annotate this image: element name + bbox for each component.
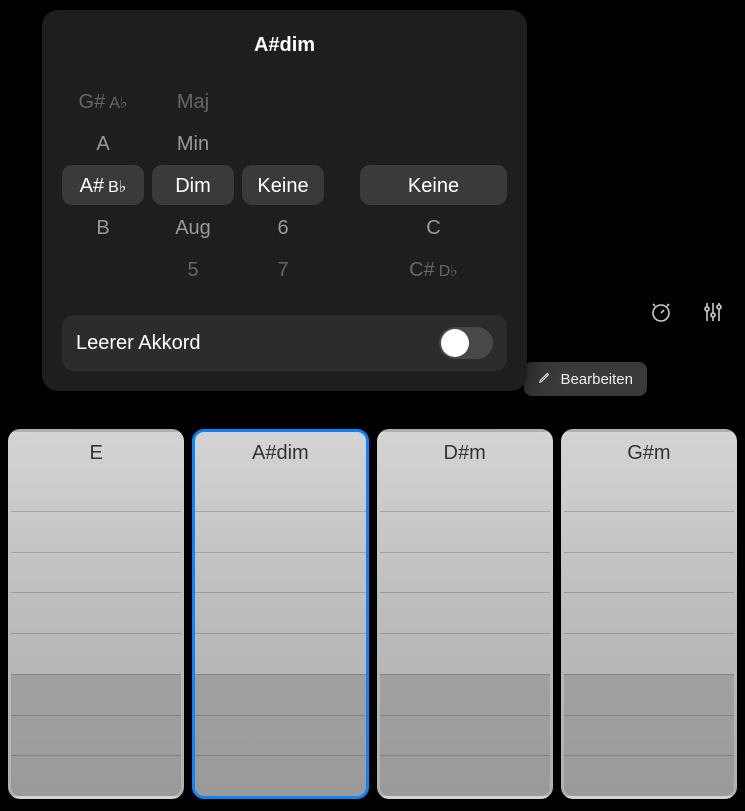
chord-row[interactable]	[380, 592, 550, 633]
chord-row[interactable]	[195, 633, 365, 674]
chord-card[interactable]: E	[8, 429, 184, 799]
picker-item[interactable]: Keine	[257, 165, 308, 207]
edit-button-label: Bearbeiten	[560, 371, 633, 388]
picker-item[interactable]: A#B♭	[80, 165, 127, 207]
chord-label: G#m	[564, 432, 734, 471]
picker-item[interactable]: B	[96, 207, 109, 249]
chord-card[interactable]: A#dim	[192, 429, 368, 799]
chord-label: E	[11, 432, 181, 471]
chord-row[interactable]	[564, 715, 734, 756]
chord-row[interactable]	[11, 471, 181, 511]
picker-item[interactable]: Maj	[177, 81, 209, 123]
picker-item[interactable]: C	[426, 207, 440, 249]
chord-row[interactable]	[11, 633, 181, 674]
chord-row[interactable]	[380, 471, 550, 511]
picker-item[interactable]: A	[96, 123, 109, 165]
chord-row[interactable]	[380, 715, 550, 756]
chord-row[interactable]	[564, 592, 734, 633]
chord-row[interactable]	[195, 511, 365, 552]
empty-chord-toggle[interactable]	[439, 327, 493, 359]
chord-row[interactable]	[11, 715, 181, 756]
picker-item[interactable]: Dim	[175, 165, 211, 207]
picker-item[interactable]: 5	[187, 249, 198, 291]
chord-row[interactable]	[11, 674, 181, 715]
chord-label: A#dim	[195, 432, 365, 471]
chord-row[interactable]	[380, 552, 550, 593]
chord-row[interactable]	[195, 755, 365, 796]
picker-item[interactable]: Aug	[175, 207, 211, 249]
chord-row[interactable]	[564, 511, 734, 552]
tempo-icon[interactable]	[649, 300, 673, 329]
picker-item[interactable]: 6	[277, 207, 288, 249]
chord-row[interactable]	[11, 755, 181, 796]
picker-row: G#A♭AA#B♭B MajMinDimAug5 Keine67 KeineCC…	[62, 81, 507, 291]
chord-row[interactable]	[11, 592, 181, 633]
settings-icon[interactable]	[701, 300, 725, 329]
chord-row[interactable]	[11, 552, 181, 593]
bass-picker[interactable]: KeineCC#D♭	[360, 81, 507, 291]
root-picker[interactable]: G#A♭AA#B♭B	[62, 81, 144, 291]
edit-button[interactable]: Bearbeiten	[524, 362, 647, 396]
chord-row[interactable]	[564, 674, 734, 715]
chord-card[interactable]: G#m	[561, 429, 737, 799]
chord-row[interactable]	[11, 511, 181, 552]
chord-row[interactable]	[195, 674, 365, 715]
chord-row[interactable]	[564, 633, 734, 674]
chord-row[interactable]	[564, 552, 734, 593]
picker-item[interactable]: Keine	[408, 165, 459, 207]
chord-label: D#m	[380, 432, 550, 471]
popover-title: A#dim	[62, 34, 507, 57]
chord-row[interactable]	[195, 552, 365, 593]
chord-row[interactable]	[564, 755, 734, 796]
chord-row[interactable]	[380, 755, 550, 796]
extension-picker[interactable]: Keine67	[242, 81, 324, 291]
chord-row[interactable]	[380, 633, 550, 674]
toolbar	[649, 300, 725, 329]
chord-row[interactable]	[564, 471, 734, 511]
chord-row[interactable]	[380, 511, 550, 552]
picker-item[interactable]: 7	[277, 249, 288, 291]
chord-row[interactable]	[195, 592, 365, 633]
empty-chord-row: Leerer Akkord	[62, 315, 507, 371]
chord-row[interactable]	[195, 715, 365, 756]
quality-picker[interactable]: MajMinDimAug5	[152, 81, 234, 291]
chord-strip: E A#dim D#m G#m	[0, 429, 745, 799]
empty-chord-label: Leerer Akkord	[76, 332, 201, 355]
picker-item[interactable]: C#D♭	[409, 249, 458, 291]
chord-card[interactable]: D#m	[377, 429, 553, 799]
pencil-icon	[538, 370, 552, 388]
picker-item[interactable]: Min	[177, 123, 209, 165]
chord-row[interactable]	[380, 674, 550, 715]
chord-editor-popover: A#dim G#A♭AA#B♭B MajMinDimAug5 Keine67 K…	[42, 10, 527, 391]
chord-row[interactable]	[195, 471, 365, 511]
picker-item[interactable]: G#A♭	[79, 81, 128, 123]
